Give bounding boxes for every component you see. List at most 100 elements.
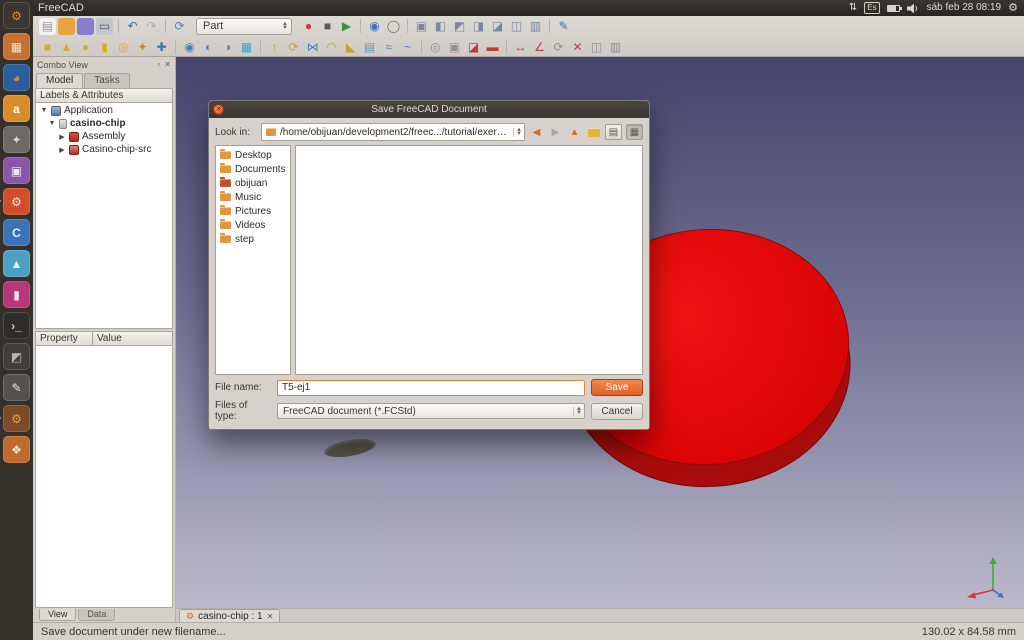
launcher-amazon[interactable]: a: [3, 95, 30, 122]
tab-view[interactable]: View: [39, 609, 76, 621]
expander-icon[interactable]: ▶: [58, 146, 66, 154]
launcher-software[interactable]: ▣: [3, 157, 30, 184]
redo-icon[interactable]: ↷: [143, 18, 160, 35]
part-fillet-icon[interactable]: ◠: [323, 38, 340, 55]
view-axonometric-icon[interactable]: ▣: [413, 18, 430, 35]
view-left-icon[interactable]: ▥: [527, 18, 544, 35]
separator[interactable]: [421, 40, 422, 54]
macro-stop-icon[interactable]: ■: [319, 18, 336, 35]
part-offset-icon[interactable]: ◎: [427, 38, 444, 55]
view-rear-icon[interactable]: ◪: [489, 18, 506, 35]
separator[interactable]: [175, 40, 176, 54]
session-gear-icon[interactable]: ⚙: [1008, 3, 1018, 14]
launcher-terminal[interactable]: ›_: [3, 312, 30, 339]
float-panel-icon[interactable]: ▫: [157, 60, 160, 69]
part-cross-sections-icon[interactable]: ▬: [484, 38, 501, 55]
part-shapebuilder-icon[interactable]: ✚: [153, 38, 170, 55]
save-document-icon[interactable]: [77, 18, 94, 35]
launcher-freecad-active[interactable]: ⚙: [3, 2, 30, 29]
boolean-union-icon[interactable]: ◉: [181, 38, 198, 55]
keyboard-layout-indicator[interactable]: Es: [864, 2, 879, 14]
view-right-icon[interactable]: ◨: [470, 18, 487, 35]
measure-clear-icon[interactable]: ✕: [569, 38, 586, 55]
tab-data[interactable]: Data: [78, 609, 115, 621]
part-sphere-icon[interactable]: ●: [77, 38, 94, 55]
launcher-workspaces[interactable]: ❖: [3, 436, 30, 463]
tab-tasks[interactable]: Tasks: [84, 73, 130, 88]
part-mirror-icon[interactable]: ⋈: [304, 38, 321, 55]
create-folder-button[interactable]: [586, 125, 601, 140]
tree-item-document[interactable]: ▼ casino-chip: [36, 117, 172, 130]
measure-toggle-3d-icon[interactable]: ▥: [607, 38, 624, 55]
separator[interactable]: [549, 19, 550, 33]
part-loft-icon[interactable]: ≈: [380, 38, 397, 55]
zoom-fit-icon[interactable]: ◉: [366, 18, 383, 35]
dialog-titlebar[interactable]: ✕ Save FreeCAD Document: [209, 101, 649, 118]
clock-indicator[interactable]: sáb feb 28 08:19: [927, 3, 1002, 13]
place-desktop[interactable]: Desktop: [216, 148, 290, 162]
separator[interactable]: [118, 19, 119, 33]
measure-linear-icon[interactable]: ↔: [512, 38, 529, 55]
place-pictures[interactable]: Pictures: [216, 204, 290, 218]
launcher-chromium[interactable]: C: [3, 219, 30, 246]
boolean-cut-icon[interactable]: ◐: [200, 38, 217, 55]
launcher-media[interactable]: ▮: [3, 281, 30, 308]
launcher-freecad[interactable]: ⚙: [3, 405, 30, 432]
place-videos[interactable]: Videos: [216, 218, 290, 232]
workbench-selector[interactable]: Part ▲▼: [196, 18, 292, 35]
part-sweep-icon[interactable]: ~: [399, 38, 416, 55]
forward-button[interactable]: ▶: [548, 125, 563, 140]
part-torus-icon[interactable]: ◎: [115, 38, 132, 55]
open-document-icon[interactable]: [58, 18, 75, 35]
expander-icon[interactable]: ▶: [58, 133, 66, 141]
place-music[interactable]: Music: [216, 190, 290, 204]
place-step[interactable]: step: [216, 232, 290, 246]
launcher-editor[interactable]: ✎: [3, 374, 30, 401]
file-type-selector[interactable]: FreeCAD document (*.FCStd) ▲▼: [277, 403, 585, 419]
view-front-icon[interactable]: ◧: [432, 18, 449, 35]
part-box-icon[interactable]: ■: [39, 38, 56, 55]
separator[interactable]: [360, 19, 361, 33]
volume-icon[interactable]: [907, 3, 920, 14]
macro-record-icon[interactable]: ●: [300, 18, 317, 35]
part-extrude-icon[interactable]: ↑: [266, 38, 283, 55]
back-button[interactable]: ◀: [529, 125, 544, 140]
separator[interactable]: [165, 19, 166, 33]
launcher-firefox[interactable]: ◕: [3, 64, 30, 91]
tree-item-application[interactable]: ▼ Application: [36, 104, 172, 117]
detail-view-button[interactable]: ▦: [626, 124, 643, 140]
launcher-utility[interactable]: ◩: [3, 343, 30, 370]
document-tab[interactable]: ⚙ casino-chip : 1 ✕: [179, 609, 280, 622]
measure-toggle-icon[interactable]: ◫: [588, 38, 605, 55]
tree-item-casino-chip-src[interactable]: ▶ Casino-chip-src: [36, 143, 172, 156]
part-thickness-icon[interactable]: ▣: [446, 38, 463, 55]
view-bottom-icon[interactable]: ◫: [508, 18, 525, 35]
print-icon[interactable]: ▭: [96, 18, 113, 35]
list-view-button[interactable]: ▤: [605, 124, 622, 140]
separator[interactable]: [506, 40, 507, 54]
undo-icon[interactable]: ↶: [124, 18, 141, 35]
place-obijuan[interactable]: obijuan: [216, 176, 290, 190]
tab-model[interactable]: Model: [36, 73, 83, 88]
expander-icon[interactable]: ▼: [40, 107, 48, 114]
draw-style-icon[interactable]: ◯: [385, 18, 402, 35]
part-ruled-surface-icon[interactable]: ▤: [361, 38, 378, 55]
part-cone-icon[interactable]: ▲: [58, 38, 75, 55]
file-list[interactable]: [295, 145, 643, 375]
separator[interactable]: [407, 19, 408, 33]
expander-icon[interactable]: ▼: [48, 120, 56, 127]
tree-item-assembly[interactable]: ▶ Assembly: [36, 130, 172, 143]
launcher-settings[interactable]: ⚙: [3, 188, 30, 215]
view-top-icon[interactable]: ◩: [451, 18, 468, 35]
boolean-common-icon[interactable]: ◑: [219, 38, 236, 55]
part-revolve-icon[interactable]: ⟳: [285, 38, 302, 55]
launcher-files[interactable]: ▦: [3, 33, 30, 60]
path-selector[interactable]: /home/obijuan/development2/freec.../tuto…: [261, 123, 525, 141]
part-section-icon[interactable]: ◪: [465, 38, 482, 55]
close-dialog-button[interactable]: ✕: [213, 104, 224, 115]
measure-angular-icon[interactable]: ∠: [531, 38, 548, 55]
place-documents[interactable]: Documents: [216, 162, 290, 176]
tree-column-header[interactable]: Labels & Attributes: [35, 88, 173, 103]
launcher-transmission[interactable]: ▲: [3, 250, 30, 277]
part-primitives-icon[interactable]: ✦: [134, 38, 151, 55]
